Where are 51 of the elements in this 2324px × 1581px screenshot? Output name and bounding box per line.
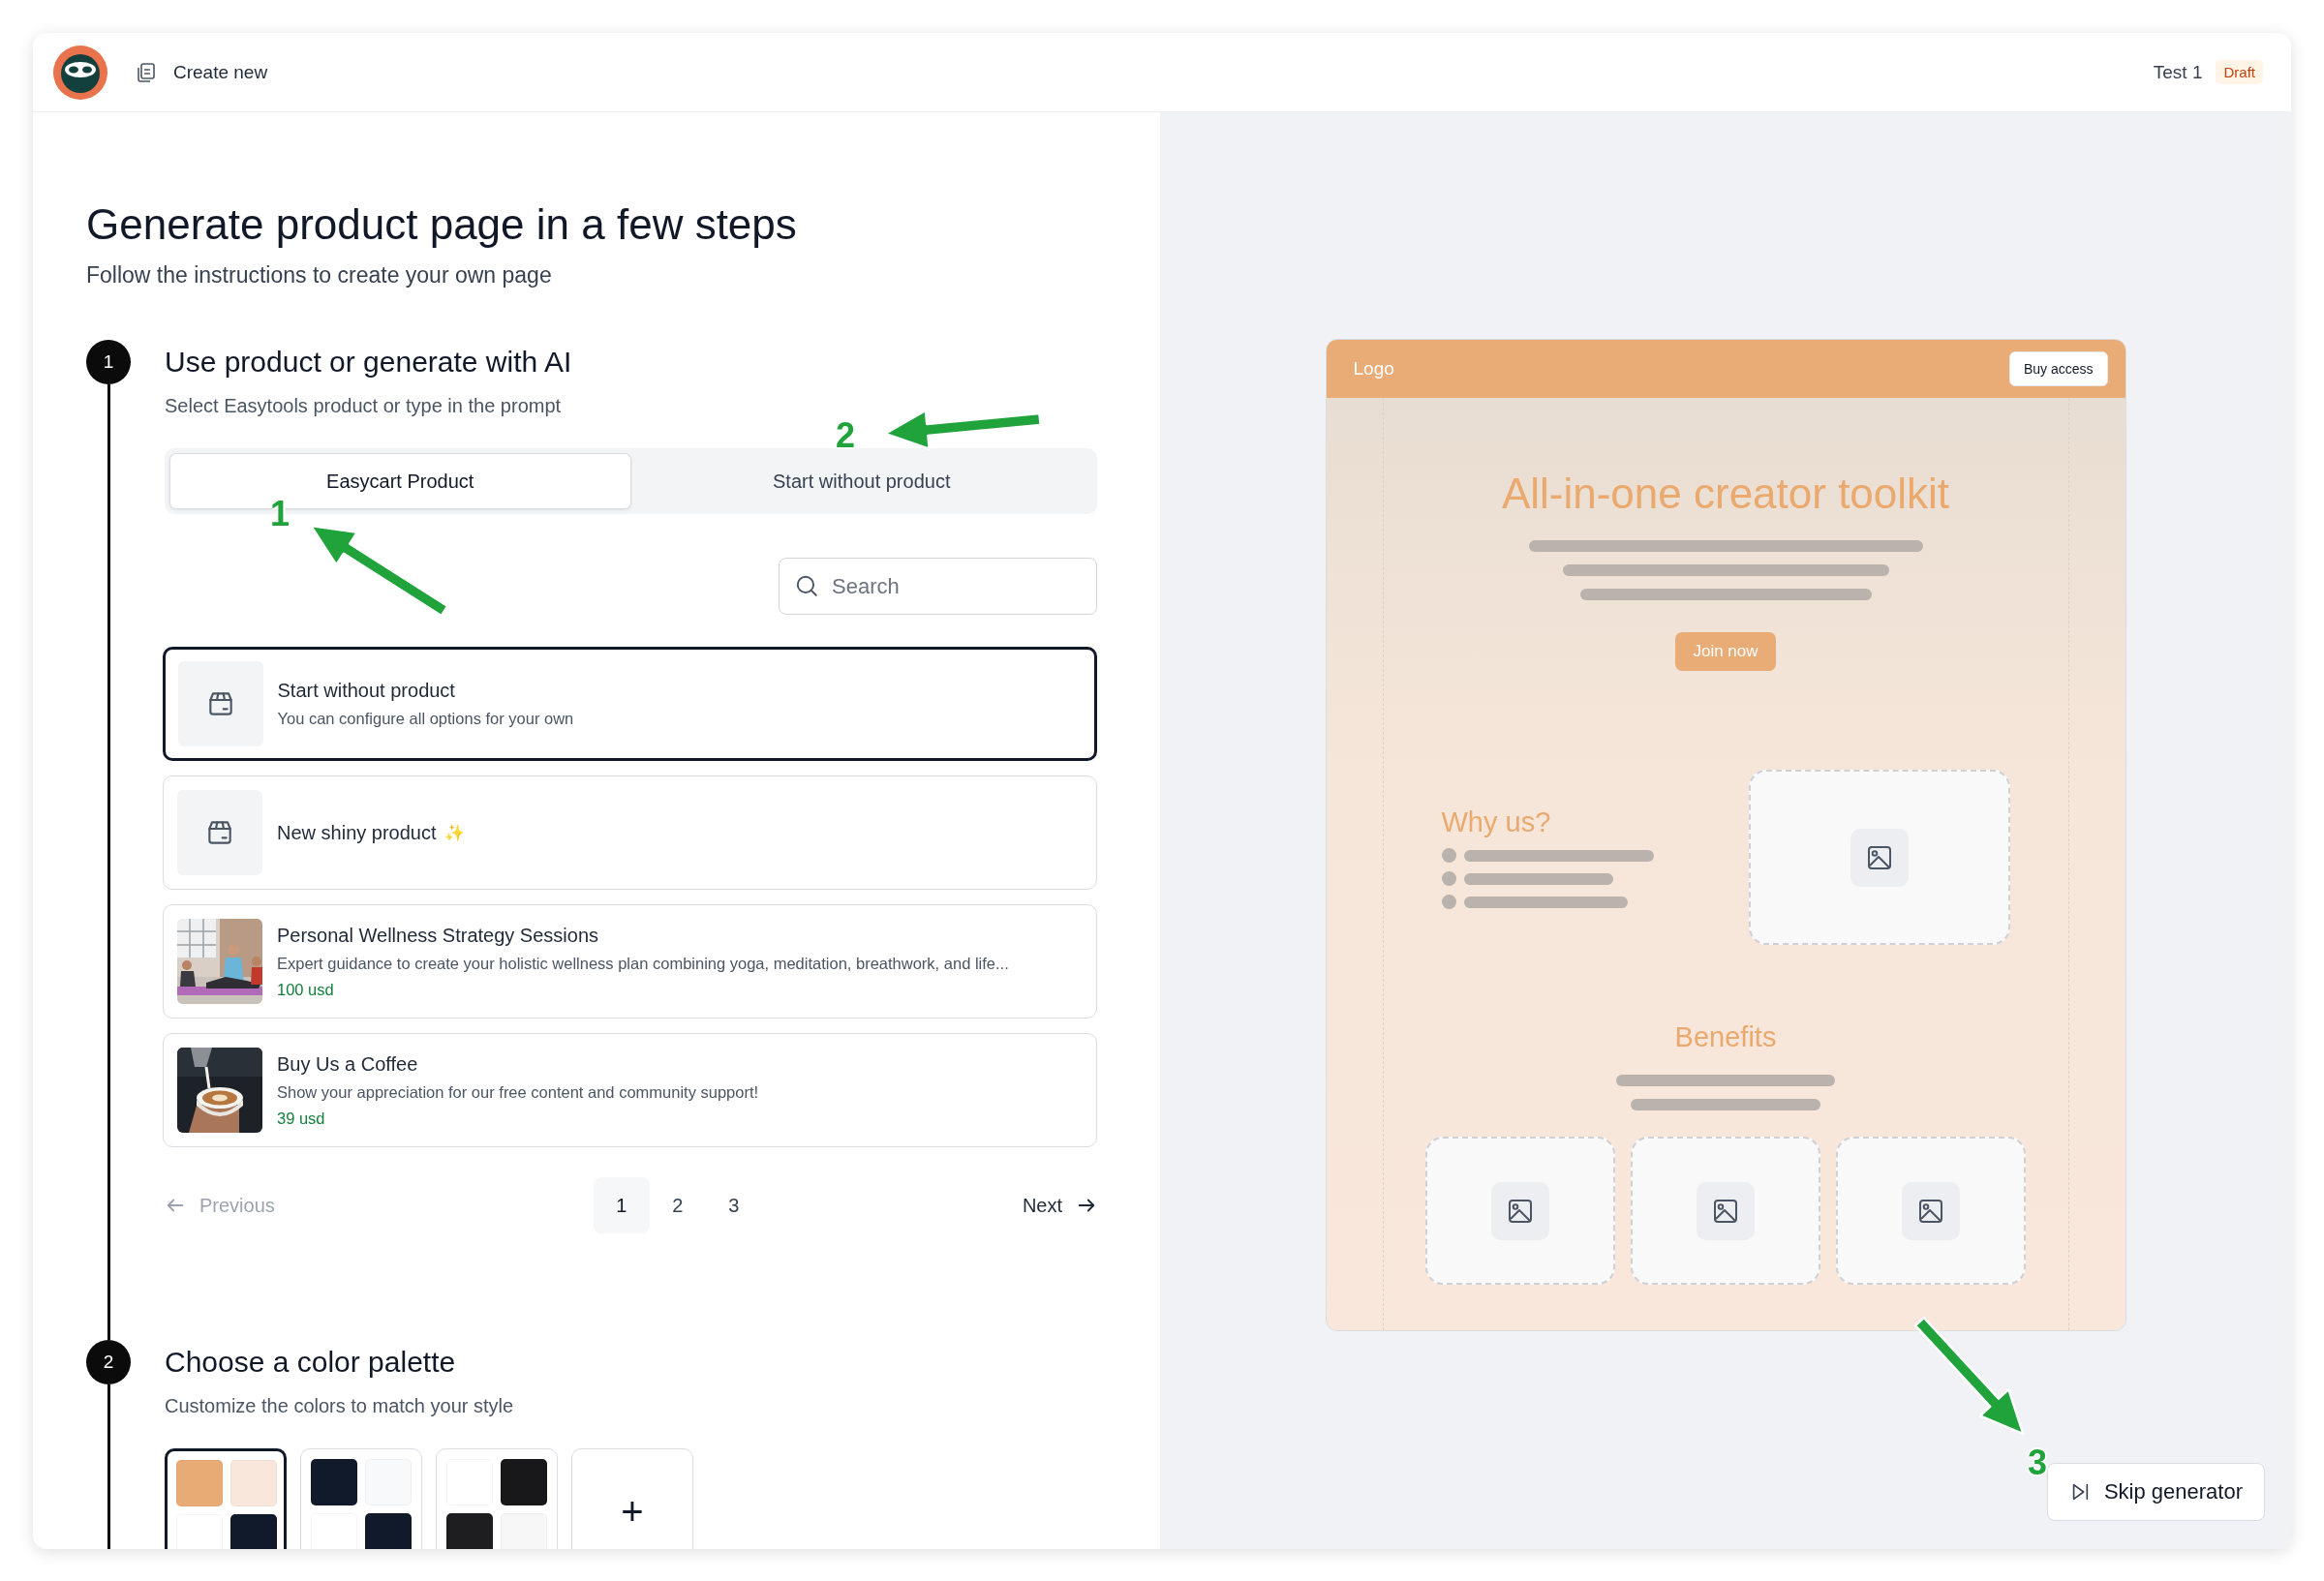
section-title: Benefits xyxy=(1674,1020,1777,1054)
product-price: 39 usd xyxy=(277,1109,326,1128)
step-title: Use product or generate with AI xyxy=(165,345,573,380)
add-palette-button[interactable]: + xyxy=(571,1448,693,1549)
product-title: Buy Us a Coffee xyxy=(277,1052,418,1076)
search-icon xyxy=(794,573,819,598)
step-number: 1 xyxy=(86,340,131,384)
product-card[interactable]: Personal Wellness Strategy Sessions Expert guidance to create your holistic wellness plan combining yoga, meditation, breathwork, and life... 100 usd xyxy=(163,904,1097,1019)
product-card[interactable]: Buy Us a Coffee Show your appreciation for our free content and community support! 39 usd xyxy=(163,1033,1097,1147)
bullet-dot xyxy=(1441,895,1456,909)
image-icon xyxy=(1902,1181,1960,1240)
page-button[interactable]: 2 xyxy=(649,1177,706,1233)
bullet-dot xyxy=(1441,848,1456,863)
product-title: Start without product xyxy=(277,680,455,702)
product-title: Personal Wellness Strategy Sessions xyxy=(277,924,598,947)
tab[interactable]: Start without product xyxy=(630,453,1092,509)
copy-icon xyxy=(135,60,158,84)
logo-icon[interactable] xyxy=(53,45,107,100)
status-badge: Draft xyxy=(2216,60,2263,84)
product-price: 100 usd xyxy=(277,980,335,999)
product-description: Show your appreciation for our free content and community support! xyxy=(277,1082,759,1102)
page-subtitle: Follow the instructions to create your own page xyxy=(86,261,553,289)
product-card[interactable]: Start without product You can configure all options for your own xyxy=(163,647,1097,761)
page-button[interactable]: 3 xyxy=(705,1177,762,1233)
image-icon xyxy=(1491,1181,1549,1240)
product-title: New shiny product xyxy=(277,821,437,844)
product-description: You can configure all options for your own xyxy=(277,710,574,728)
product-card[interactable]: New shiny product ✨ xyxy=(163,775,1097,890)
page-name: Test 1 xyxy=(2153,61,2203,83)
section-title: Why us? xyxy=(1441,806,1552,839)
step-title: Choose a color palette xyxy=(165,1345,457,1380)
image-icon xyxy=(1697,1181,1755,1240)
annotation-number: 2 xyxy=(836,416,856,455)
page-button[interactable]: 1 xyxy=(593,1177,650,1233)
create-new-button[interactable]: Create new xyxy=(129,54,274,90)
step-number: 2 xyxy=(86,1340,131,1384)
step-subtitle: Customize the colors to match your style xyxy=(165,1394,515,1417)
step-subtitle: Select Easytools product or type in the prompt xyxy=(165,394,563,417)
buy-access-button[interactable]: Buy access xyxy=(2008,351,2108,386)
sparkle-icon: ✨ xyxy=(443,823,465,842)
palette-option[interactable] xyxy=(165,1448,287,1549)
next-button[interactable]: Next xyxy=(1022,1194,1097,1217)
search-field[interactable]: Search xyxy=(779,558,1097,615)
image-icon xyxy=(1850,828,1909,887)
logo-text: Logo xyxy=(1353,358,1394,380)
annotation-number: 3 xyxy=(2028,1444,2048,1482)
page-title: Generate product page in a few steps xyxy=(86,199,798,250)
bullet-dot xyxy=(1441,871,1456,886)
hero-title: All-in-one creator toolkit xyxy=(1501,469,1950,519)
product-description: Expert guidance to create your holistic wellness plan combining yoga, meditation, breathwork, and life... xyxy=(277,954,1009,973)
skip-generator-button[interactable]: Skip generator xyxy=(2046,1463,2265,1521)
